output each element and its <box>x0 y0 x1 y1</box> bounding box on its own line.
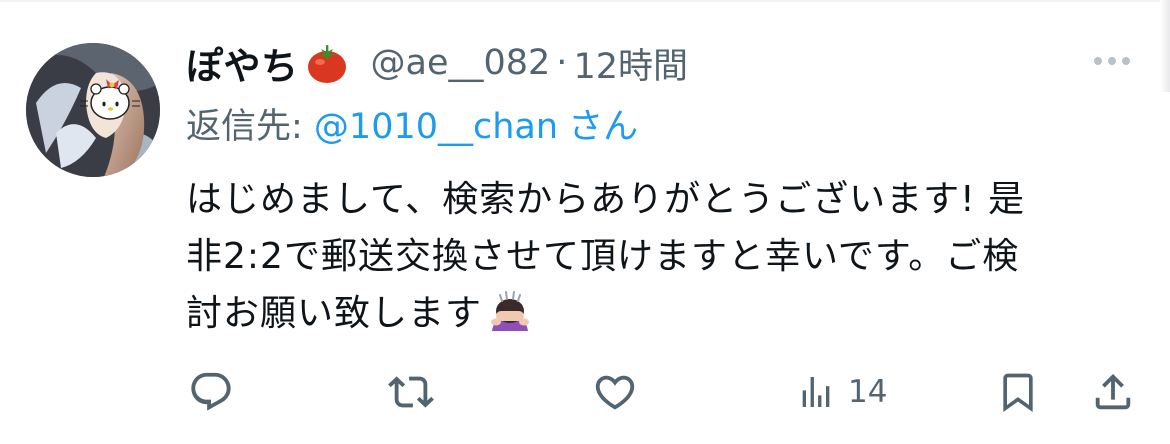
scroll-edge <box>1160 0 1170 92</box>
views-icon <box>802 377 830 407</box>
reply-icon <box>191 372 231 411</box>
reply-context: 返信先: @1010__chan さん <box>186 98 638 149</box>
divider <box>0 0 1170 2</box>
bookmark-button[interactable] <box>996 369 1040 415</box>
tweet-header: ぽやち @ae__082 · 12時間 <box>186 38 688 88</box>
timestamp[interactable]: 12時間 <box>573 38 688 89</box>
more-options-button[interactable] <box>1094 57 1130 65</box>
tomato-emoji <box>305 41 349 85</box>
separator-dot: · <box>556 43 568 83</box>
body-line-last: 討お願い致します <box>186 285 1146 342</box>
reply-target-link[interactable]: @1010__chan <box>314 107 558 147</box>
views-count: 14 <box>848 374 888 410</box>
like-button[interactable] <box>592 369 638 415</box>
more-dot-icon <box>1094 57 1102 65</box>
tweet-card[interactable]: ぽやち @ae__082 · 12時間 返信先: @1010__chan さん は… <box>0 0 1170 444</box>
reply-button[interactable] <box>188 369 234 415</box>
reply-prefix: 返信先: <box>186 107 314 147</box>
heart-icon <box>595 375 635 410</box>
reply-suffix: さん <box>568 107 639 147</box>
body-line: 非2:2で郵送交換させて頂けますと幸いです。ご検 <box>186 236 1020 277</box>
more-dot-icon <box>1122 57 1130 65</box>
more-dot-icon <box>1108 57 1116 65</box>
share-icon <box>1095 373 1131 410</box>
person-bowing-emoji <box>486 289 534 333</box>
display-name[interactable]: ぽやち <box>186 36 299 90</box>
views-button[interactable]: 14 <box>796 369 887 415</box>
body-line-text: 討お願い致します <box>186 293 483 334</box>
body-line: はじめまして、検索からありがとうございます! 是 <box>186 179 1025 220</box>
avatar-image <box>26 43 160 177</box>
user-handle[interactable]: @ae__082 <box>371 43 551 83</box>
share-button[interactable] <box>1090 369 1136 415</box>
tweet-body: はじめまして、検索からありがとうございます! 是 非2:2で郵送交換させて頂けま… <box>186 171 1146 342</box>
retweet-button[interactable] <box>386 369 436 415</box>
bookmark-icon <box>1003 373 1033 413</box>
avatar[interactable] <box>26 43 160 177</box>
retweet-icon <box>388 376 434 408</box>
